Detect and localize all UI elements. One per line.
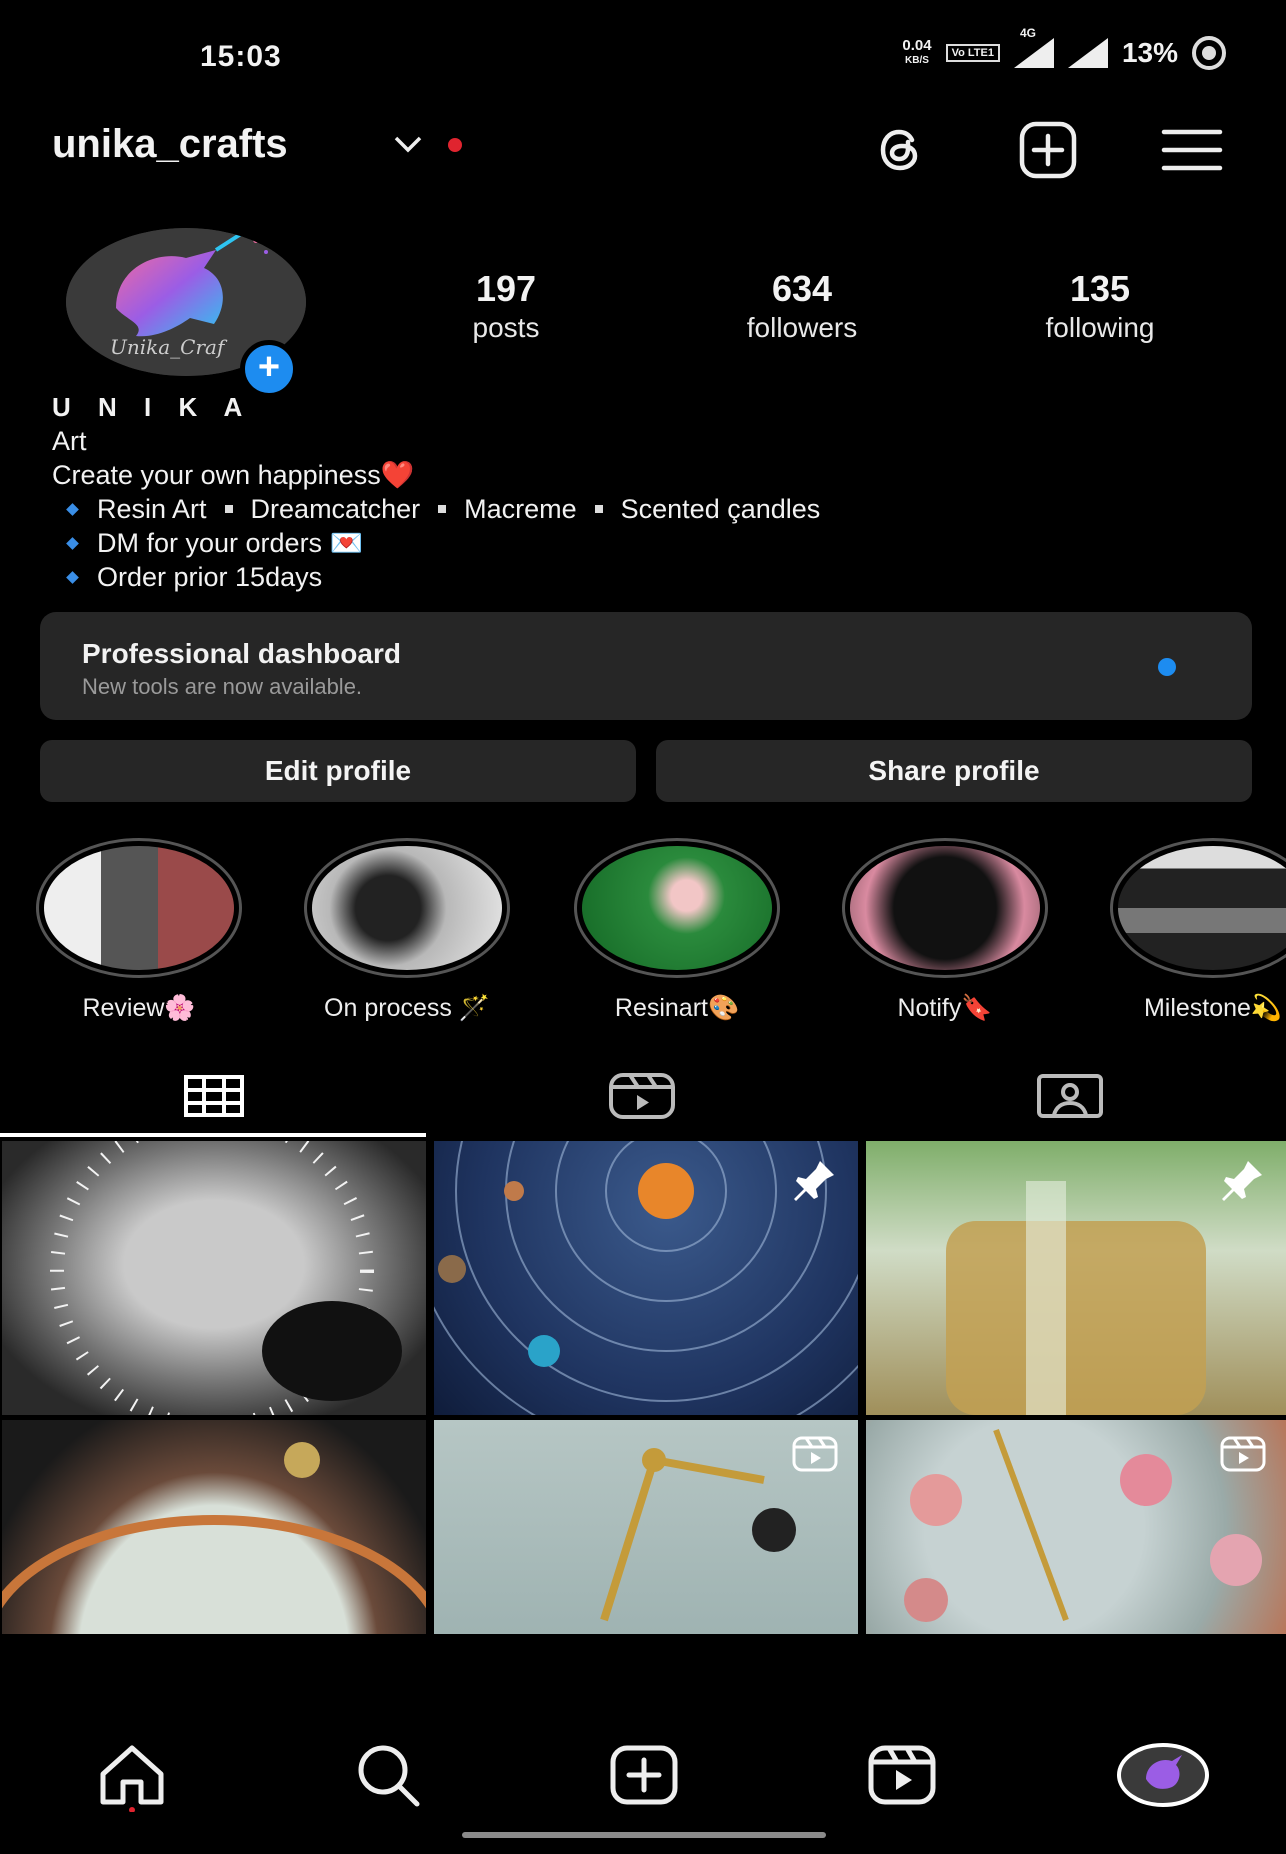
post-thumbnail[interactable] [2,1141,426,1415]
stat-following[interactable]: 135 following [990,268,1210,344]
menu-icon[interactable] [1160,118,1224,182]
highlight-notify[interactable]: Notify🔖 [842,838,1048,1023]
highlight-review[interactable]: Review🌸 [36,838,242,1023]
status-time: 15:03 [200,40,282,73]
reels-icon [868,1745,936,1805]
reels-icon [609,1073,675,1119]
professional-dashboard[interactable]: Professional dashboard New tools are now… [40,612,1252,720]
status-bar: 15:03 0.04 KB/S Vo LTE1 4G 13% [0,0,1286,110]
account-switcher-username[interactable]: unika_crafts [52,122,288,167]
chevron-down-icon[interactable] [392,132,424,156]
profile-category: Art [52,426,87,456]
tagged-person-icon [1037,1074,1103,1118]
bio-bullet-line: Resin Art Dreamcatcher Macreme Scented ç… [52,492,820,526]
highlight-resinart[interactable]: Resinart🎨 [574,838,780,1023]
stat-followers[interactable]: 634 followers [692,268,912,344]
pinned-icon [1222,1161,1262,1201]
highlight-thumbnail [850,846,1040,970]
post-thumbnail[interactable] [2,1420,426,1634]
search-icon [358,1745,420,1807]
new-indicator-dot [1158,658,1176,676]
highlight-milestone[interactable]: Milestone💫 [1110,838,1286,1023]
grid-icon [184,1075,244,1117]
post-thumbnail[interactable] [434,1141,858,1415]
signal-icon [1067,38,1108,68]
pinned-icon [794,1161,834,1201]
bottom-navigation [0,1735,1286,1825]
nav-reels[interactable] [862,1735,942,1815]
highlight-thumbnail [312,846,502,970]
highlight-thumbnail [582,846,772,970]
profile-avatar-icon [1117,1743,1209,1807]
diamond-icon [66,502,79,516]
bio: U N I K A Art Create your own happiness❤… [52,390,820,594]
profile-header: unika_crafts [0,118,1286,179]
gesture-home-bar[interactable] [462,1832,826,1838]
reel-indicator-icon [1220,1436,1266,1472]
profile-name: U N I K A [52,392,253,422]
resin-clock-image [2,1442,426,1609]
highlight-on-process[interactable]: On process 🪄 [304,838,510,1023]
nav-profile[interactable] [1116,1735,1210,1815]
stat-posts[interactable]: 197 posts [396,268,616,344]
tab-tagged[interactable] [856,1056,1284,1136]
new-post-icon[interactable] [1016,118,1080,182]
status-indicators: 0.04 KB/S Vo LTE1 4G 13% [902,26,1226,70]
home-icon [100,1745,164,1812]
highlight-thumbnail [1118,846,1286,970]
dashboard-subtitle: New tools are now available. [82,674,363,699]
new-post-icon [610,1745,678,1805]
square-bullet-icon [438,505,447,513]
edit-profile-button[interactable]: Edit profile [40,740,636,802]
resin-plaque-image [50,1141,402,1415]
post-thumbnail[interactable] [866,1141,1286,1415]
square-bullet-icon [594,505,603,513]
nav-search[interactable] [348,1735,428,1815]
highlight-thumbnail [44,846,234,970]
diamond-icon [66,570,79,584]
bio-text: Create your own happiness❤️ [52,460,415,490]
bio-bullet-line: Order prior 15days [52,560,820,594]
avatar-caption: Unika_Craf [110,335,225,359]
threads-icon[interactable] [868,118,932,182]
dashboard-title: Professional dashboard [82,638,401,669]
profile-tabs [0,1056,1286,1136]
post-thumbnail[interactable] [434,1420,858,1634]
bio-bullet-line: DM for your orders 💌 [52,526,820,560]
share-profile-button[interactable]: Share profile [656,740,1252,802]
volte-icon: Vo LTE1 [945,44,1000,62]
diamond-icon [66,536,79,550]
battery-percent: 13% [1121,37,1178,68]
nav-create[interactable] [604,1735,684,1815]
post-thumbnail[interactable] [866,1420,1286,1634]
net-speed: 0.04 KB/S [902,37,932,66]
signal-4g-icon: 4G [1013,26,1054,68]
reel-indicator-icon [792,1436,838,1472]
battery-icon [1192,36,1226,70]
nav-home[interactable] [92,1735,172,1815]
square-bullet-icon [224,505,233,513]
heart-emoji: ❤️ [380,460,415,490]
notification-dot [448,138,462,152]
tab-posts-grid[interactable] [0,1056,428,1136]
tab-reels[interactable] [428,1056,856,1136]
active-tab-indicator [0,1133,426,1137]
